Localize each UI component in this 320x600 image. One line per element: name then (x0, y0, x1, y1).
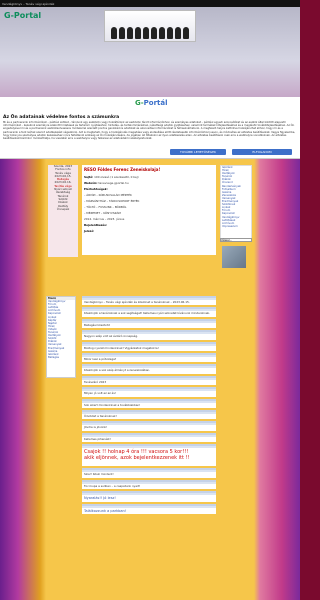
right-nav: Iskolánk Hírek Osztályok Tanárok Diákok … (220, 165, 252, 240)
guestbook-entry: Jövőre is jövünk! (82, 421, 216, 431)
guestbook-entry: Ballagási köszöntő (82, 318, 216, 329)
top-strip: Vendégkönyv – Tanév végi ajándék (0, 0, 300, 7)
guestbook-entry: Nyaralás!! Jó lesz! (82, 491, 216, 502)
guestbook-entry: Találkozzunk a parkban! (82, 503, 216, 514)
consent-title: Az Ön adatainak védelme fontos a számunk… (3, 115, 120, 120)
guestbook-entry: Foci kupa a suliban – a csapatunk nyert! (82, 479, 216, 490)
guestbook-entry: Szia!! Köszi mindent! (82, 468, 216, 478)
side-menu: Menü Vendégkönyv Fórum Letöltés Archívum… (46, 296, 76, 378)
guestbook-entry: Köszönjük a tanároknak a sok segítséget!… (82, 307, 216, 317)
guestbook-entry: Üdvözlet a tanároknak! (82, 410, 216, 420)
guestbook-entry: Nagyon szép volt az évzáró ünnepség. (82, 330, 216, 340)
guestbook-entry: Sok sikert mindenkinek a továbbiakban! (82, 398, 216, 409)
guestbook-entry: Vendégkönyv – Tanév végi ajándék és kösz… (82, 296, 216, 306)
guestbook-feed: Vendégkönyv – Tanév végi ajándék és kösz… (82, 296, 216, 596)
site-header: G-Portal (0, 7, 300, 97)
right-select[interactable]: Válassz… (220, 238, 252, 242)
site-logo[interactable]: G-Portal (4, 11, 41, 20)
info-row[interactable]: Jelszó: (82, 228, 216, 234)
guestbook-entry: Milyen jó volt ez az év! (82, 387, 216, 397)
guestbook-entry: Tanévzáró 2023 (82, 375, 216, 386)
more-options-button[interactable]: TOVÁBBI LEHETŐSÉGEK (170, 149, 226, 155)
left-nav-item[interactable]: Ünnepek (48, 207, 78, 211)
guestbook-entry: Mikor lesz a pótvizsga? (82, 353, 216, 363)
page-title: RESO Földes Ferenc Zeneiskolaja! (84, 167, 161, 172)
highlight-entry: Csajok !! holnap 4 óra !!! vacsora 5 kor… (82, 444, 216, 467)
guestbook-entry: Boldog nyarat mindenkinek! Vigyázzatok m… (82, 341, 216, 352)
highlight-line: akik eljönnek, azok bejelentkezzenek itt… (84, 455, 190, 462)
main-content: RESO Földes Ferenc Zeneiskolaja! Sajtó: … (82, 165, 216, 255)
guestbook-entry: Kellemes pihenést! (82, 432, 216, 443)
consent-dialog: G-Portál Az Ön adatainak védelme fontos … (0, 97, 300, 159)
side-image (222, 246, 246, 268)
side-menu-item[interactable]: Ballagás (47, 356, 75, 359)
consent-logo: G-Portál (135, 99, 168, 107)
header-photo (104, 10, 196, 42)
consent-body: Mi és a partnereink információkat – péld… (3, 121, 296, 141)
guestbook-entry: Köszönjük a sok szép élményt a zeneiskol… (82, 364, 216, 374)
accept-button[interactable]: ELFOGADOM (232, 149, 292, 155)
right-nav-item[interactable]: Impresszum (221, 225, 251, 228)
left-info-panel: Szerda, 2023 Fontos info Tanév vége 2023… (48, 164, 78, 257)
